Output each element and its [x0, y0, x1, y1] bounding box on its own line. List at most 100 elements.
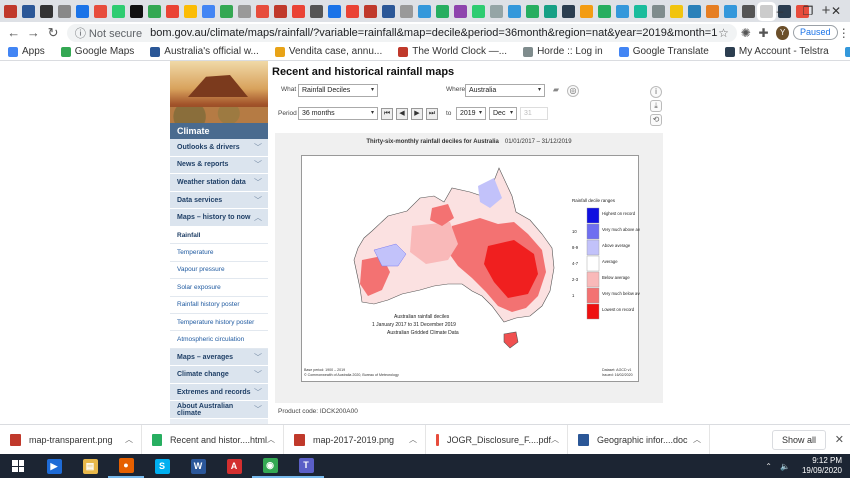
sidebar-item-maps-averages[interactable]: Maps – averages ﹀	[170, 348, 268, 367]
tab-favicon-icon[interactable]	[472, 4, 485, 18]
sidebar-item-temperature[interactable]: Temperature	[170, 244, 268, 262]
tab-favicon-icon[interactable]	[22, 4, 35, 18]
tab-favicon-icon[interactable]	[94, 4, 107, 18]
tab-favicon-icon[interactable]	[382, 4, 395, 18]
tab-favicon-icon[interactable]	[328, 4, 341, 18]
tab-favicon-icon[interactable]	[454, 4, 467, 18]
period-select[interactable]: 36 months ▾	[298, 107, 378, 120]
tab-favicon-icon[interactable]	[220, 4, 233, 18]
close-window-button[interactable]: ✕	[822, 0, 850, 22]
refresh-icon[interactable]: ⟲	[650, 114, 662, 126]
what-select[interactable]: Rainfall Deciles ▾	[298, 84, 378, 97]
tab-favicon-icon[interactable]	[256, 4, 269, 18]
sync-paused-button[interactable]: Paused	[792, 25, 838, 40]
download-item[interactable]: map-transparent.png ︿	[0, 424, 142, 455]
sidebar-item-temperature-history-poster[interactable]: Temperature history poster	[170, 313, 268, 332]
tab-favicon-icon[interactable]	[634, 4, 647, 18]
next-period-button[interactable]: ▶	[411, 108, 423, 120]
last-period-button[interactable]: ⏭	[426, 108, 438, 120]
sidebar-item-maps-history-to-now[interactable]: Maps – history to now ︿	[170, 209, 268, 227]
bookmark-item[interactable]: Apps	[8, 46, 45, 57]
bookmark-item[interactable]: Vendita case, annu...	[274, 46, 382, 57]
taskbar-app-button[interactable]: ●	[108, 454, 144, 478]
bookmark-item[interactable]: My Account - Telstra	[724, 46, 829, 57]
sidebar-item-rainfall[interactable]: Rainfall	[170, 226, 268, 245]
extension-icon[interactable]: ✺	[737, 26, 755, 40]
tab-favicon-icon[interactable]	[562, 4, 575, 18]
sidebar-item-solar-exposure[interactable]: Solar exposure	[170, 279, 268, 297]
sidebar-item-vapour-pressure[interactable]: Vapour pressure	[170, 261, 268, 280]
tab-favicon-icon[interactable]	[652, 4, 665, 18]
tab-favicon-icon[interactable]	[742, 4, 755, 18]
download-item[interactable]: map-2017-2019.png ︿	[284, 424, 426, 455]
tab-favicon-icon[interactable]	[418, 4, 431, 18]
chevron-up-icon[interactable]: ︿	[125, 434, 133, 445]
tab-favicon-icon[interactable]	[508, 4, 521, 18]
tab-favicon-icon[interactable]	[58, 4, 71, 18]
tab-favicon-icon[interactable]	[544, 4, 557, 18]
taskbar-app-button[interactable]: ◉	[252, 454, 288, 478]
tab-favicon-icon[interactable]	[616, 4, 629, 18]
tab-favicon-icon[interactable]	[112, 4, 125, 18]
tab-favicon-icon[interactable]	[526, 4, 539, 18]
bookmark-item[interactable]: Google Translate	[618, 46, 709, 57]
download-item[interactable]: Recent and histor....html ︿	[142, 424, 284, 455]
tab-favicon-icon[interactable]	[184, 4, 197, 18]
tab-favicon-icon[interactable]	[4, 4, 17, 18]
australia-map-icon[interactable]: ▰	[550, 85, 562, 97]
volume-icon[interactable]: 🔈	[780, 462, 790, 471]
tab-favicon-icon[interactable]	[706, 4, 719, 18]
chevron-up-icon[interactable]: ⌃	[765, 462, 772, 471]
chevron-up-icon[interactable]: ︿	[551, 434, 559, 445]
clock[interactable]: 9:12 PM 19/09/2020	[802, 456, 842, 476]
tab-favicon-icon[interactable]	[238, 4, 251, 18]
info-icon[interactable]: i	[650, 86, 662, 98]
security-indicator[interactable]: ⓘ Not secure	[75, 25, 142, 41]
minimize-button[interactable]: –	[766, 0, 794, 22]
bookmark-item[interactable]: Horde :: Log in	[523, 46, 603, 57]
tab-favicon-icon[interactable]	[346, 4, 359, 18]
address-bar[interactable]: ⓘ Not secure bom.gov.au/climate/maps/rai…	[66, 23, 737, 42]
where-select[interactable]: Australia ▾	[465, 84, 545, 97]
tab-favicon-icon[interactable]	[490, 4, 503, 18]
sidebar-item-climate-change[interactable]: Climate change ﹀	[170, 366, 268, 384]
tab-favicon-icon[interactable]	[724, 4, 737, 18]
tab-favicon-icon[interactable]	[580, 4, 593, 18]
taskbar-app-button[interactable]: T	[288, 454, 324, 478]
more-menu-icon[interactable]: ⋮	[838, 26, 850, 40]
taskbar-app-button[interactable]: ▤	[72, 454, 108, 478]
sidebar-item-data-services[interactable]: Data services ﹀	[170, 191, 268, 210]
taskbar-app-button[interactable]: ▶	[36, 454, 72, 478]
tab-favicon-icon[interactable]	[310, 4, 323, 18]
bookmark-item[interactable]: Pacific-Australia Cli...	[844, 46, 850, 57]
bookmark-star-icon[interactable]: ☆	[718, 26, 729, 40]
bookmark-item[interactable]: Australia's official w...	[150, 46, 259, 57]
tab-favicon-icon[interactable]	[436, 4, 449, 18]
bookmark-item[interactable]: Google Maps	[60, 46, 134, 57]
tab-favicon-icon[interactable]	[166, 4, 179, 18]
location-icon[interactable]: ◎	[567, 85, 579, 97]
chevron-up-icon[interactable]: ︿	[693, 434, 701, 445]
tab-favicon-icon[interactable]	[130, 4, 143, 18]
tab-favicon-icon[interactable]	[670, 4, 683, 18]
tab-favicon-icon[interactable]	[148, 4, 161, 18]
forward-arrow-icon[interactable]: →	[24, 25, 44, 40]
download-icon[interactable]: ⤓	[650, 100, 662, 112]
maximize-button[interactable]: ❐	[794, 0, 822, 22]
show-all-downloads-button[interactable]: Show all	[771, 430, 826, 450]
sidebar-item-outlooks-drivers[interactable]: Outlooks & drivers ﹀	[170, 139, 268, 157]
taskbar-app-button[interactable]: S	[144, 454, 180, 478]
sidebar-item-atmospheric-circulation[interactable]: Atmospheric circulation	[170, 331, 268, 349]
previous-period-button[interactable]: ◀	[396, 108, 408, 120]
chevron-up-icon[interactable]: ︿	[409, 434, 417, 445]
sidebar-item-weather-station-data[interactable]: Weather station data ﹀	[170, 174, 268, 192]
tab-favicon-icon[interactable]	[688, 4, 701, 18]
chevron-up-icon[interactable]: ︿	[267, 434, 275, 445]
tab-favicon-icon[interactable]	[400, 4, 413, 18]
tab-favicon-icon[interactable]	[598, 4, 611, 18]
puzzle-icon[interactable]: ✚	[755, 26, 773, 40]
sidebar-item-news-reports[interactable]: News & reports ﹀	[170, 156, 268, 175]
taskbar-app-button[interactable]: A	[216, 454, 252, 478]
tab-favicon-icon[interactable]	[274, 4, 287, 18]
sidebar-item-extremes-and-records[interactable]: Extremes and records ﹀	[170, 383, 268, 402]
